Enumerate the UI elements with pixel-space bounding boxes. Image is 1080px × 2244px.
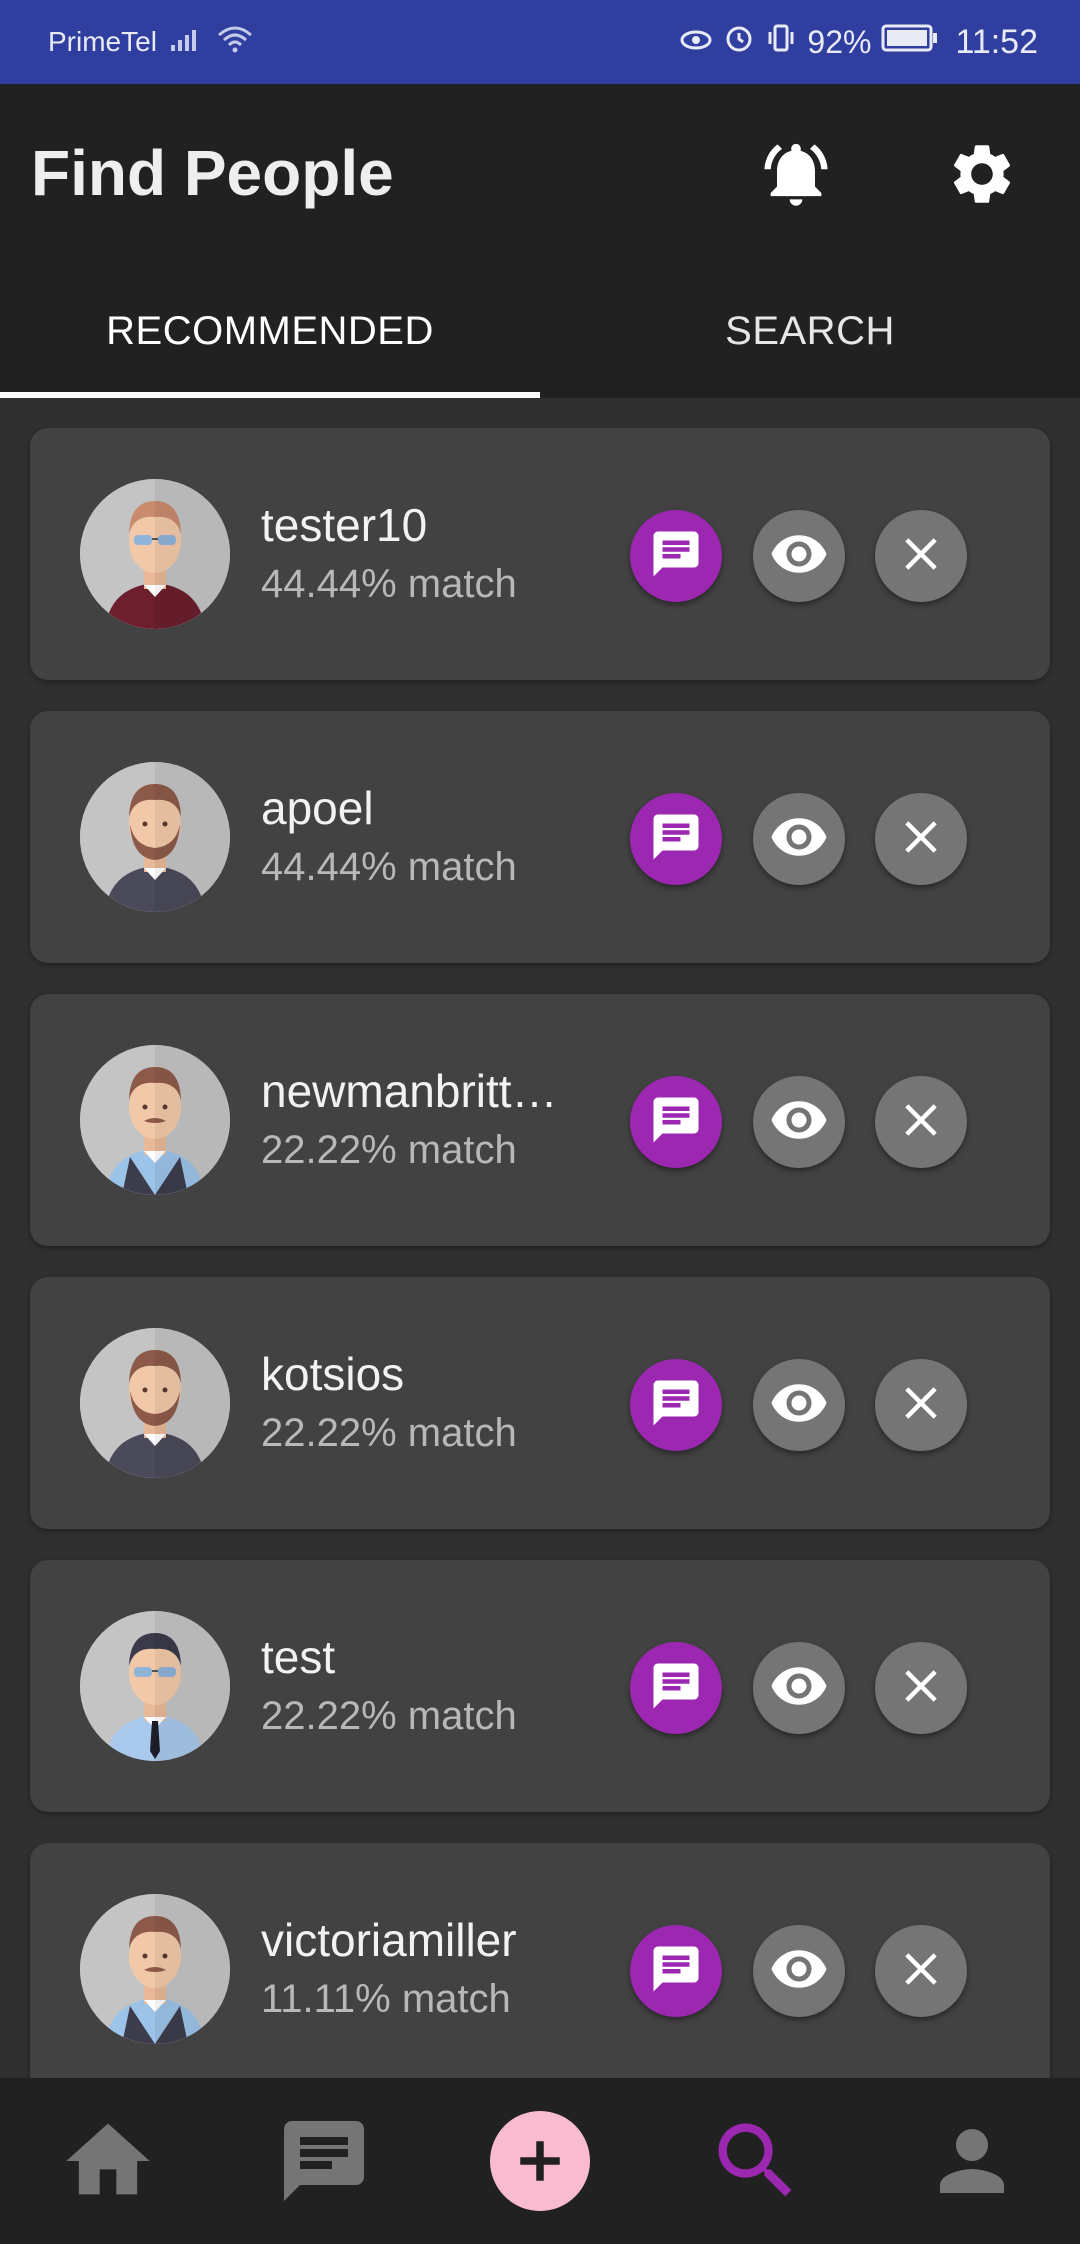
- add-icon[interactable]: [490, 2111, 590, 2211]
- eye-icon: [769, 807, 829, 872]
- avatar[interactable]: [80, 1894, 230, 2044]
- view-profile-button[interactable]: [753, 1076, 845, 1168]
- chat-icon: [649, 527, 703, 586]
- avatar[interactable]: [80, 479, 230, 629]
- person-card[interactable]: apoel 44.44% match: [30, 711, 1050, 963]
- person-name: apoel: [261, 782, 374, 834]
- people-list[interactable]: tester10 44.44% match apoel 44.44% match new…: [0, 398, 1080, 2078]
- person-card[interactable]: newmanbritt… 22.22% match: [30, 994, 1050, 1246]
- person-card[interactable]: tester10 44.44% match: [30, 428, 1050, 680]
- tab-recommended[interactable]: RECOMMENDED: [0, 264, 540, 398]
- close-icon: [894, 1942, 948, 2001]
- signal-icon: [169, 25, 205, 60]
- vibrate-icon: [765, 22, 797, 62]
- dismiss-button[interactable]: [875, 1076, 967, 1168]
- match-percentage: 44.44% match: [261, 562, 517, 606]
- message-button[interactable]: [630, 1359, 722, 1451]
- eye-icon: [769, 1373, 829, 1438]
- dismiss-button[interactable]: [875, 1359, 967, 1451]
- tab-search[interactable]: SEARCH: [540, 264, 1080, 398]
- chat-icon: [649, 1376, 703, 1435]
- page-title: Find People: [31, 137, 394, 209]
- nav-profile-icon[interactable]: [912, 2101, 1032, 2221]
- view-profile-button[interactable]: [753, 1925, 845, 2017]
- match-percentage: 22.22% match: [261, 1128, 517, 1172]
- eye-comfort-icon: [679, 24, 713, 61]
- eye-icon: [769, 1090, 829, 1155]
- close-icon: [894, 1376, 948, 1435]
- person-card[interactable]: test 22.22% match: [30, 1560, 1050, 1812]
- avatar[interactable]: [80, 1045, 230, 1195]
- message-button[interactable]: [630, 510, 722, 602]
- close-icon: [894, 1093, 948, 1152]
- message-button[interactable]: [630, 1925, 722, 2017]
- status-bar: PrimeTel 92% 11:52: [0, 0, 1080, 84]
- view-profile-button[interactable]: [753, 1359, 845, 1451]
- eye-icon: [769, 1656, 829, 1721]
- eye-icon: [769, 1939, 829, 2004]
- message-button[interactable]: [630, 793, 722, 885]
- match-percentage: 44.44% match: [261, 845, 517, 889]
- wifi-icon: [217, 25, 253, 60]
- view-profile-button[interactable]: [753, 1642, 845, 1734]
- person-name: tester10: [261, 499, 428, 551]
- bottom-navigation: [0, 2078, 1080, 2244]
- carrier-label: PrimeTel: [48, 26, 157, 57]
- app-bar: Find People RECOMMENDED SEARCH: [0, 84, 1080, 398]
- avatar[interactable]: [80, 762, 230, 912]
- battery-percent: 92%: [807, 23, 872, 60]
- match-percentage: 11.11% match: [261, 1977, 511, 2021]
- person-name: newmanbritt…: [261, 1065, 558, 1117]
- chat-icon: [649, 1942, 703, 2001]
- nav-search-icon[interactable]: [696, 2101, 816, 2221]
- notifications-bell-icon[interactable]: [756, 134, 836, 214]
- person-card[interactable]: victoriamiller 11.11% match: [30, 1843, 1050, 2078]
- settings-gear-icon[interactable]: [942, 134, 1022, 214]
- close-icon: [894, 810, 948, 869]
- nav-messages-icon[interactable]: [264, 2101, 384, 2221]
- person-name: victoriamiller: [261, 1914, 517, 1966]
- chat-icon: [649, 1093, 703, 1152]
- chat-icon: [649, 810, 703, 869]
- dismiss-button[interactable]: [875, 1925, 967, 2017]
- eye-icon: [769, 524, 829, 589]
- message-button[interactable]: [630, 1076, 722, 1168]
- clock: 11:52: [955, 22, 1038, 61]
- alarm-icon: [723, 22, 755, 62]
- chat-icon: [649, 1659, 703, 1718]
- battery-icon: [881, 23, 939, 61]
- close-icon: [894, 1659, 948, 1718]
- person-name: test: [261, 1631, 336, 1683]
- avatar[interactable]: [80, 1611, 230, 1761]
- view-profile-button[interactable]: [753, 510, 845, 602]
- nav-add-button[interactable]: [480, 2101, 600, 2221]
- view-profile-button[interactable]: [753, 793, 845, 885]
- dismiss-button[interactable]: [875, 793, 967, 885]
- tab-bar: RECOMMENDED SEARCH: [0, 264, 1080, 398]
- nav-home-icon[interactable]: [48, 2101, 168, 2221]
- dismiss-button[interactable]: [875, 510, 967, 602]
- person-card[interactable]: kotsios 22.22% match: [30, 1277, 1050, 1529]
- match-percentage: 22.22% match: [261, 1694, 517, 1738]
- message-button[interactable]: [630, 1642, 722, 1734]
- dismiss-button[interactable]: [875, 1642, 967, 1734]
- match-percentage: 22.22% match: [261, 1411, 517, 1455]
- close-icon: [894, 527, 948, 586]
- person-name: kotsios: [261, 1348, 405, 1400]
- avatar[interactable]: [80, 1328, 230, 1478]
